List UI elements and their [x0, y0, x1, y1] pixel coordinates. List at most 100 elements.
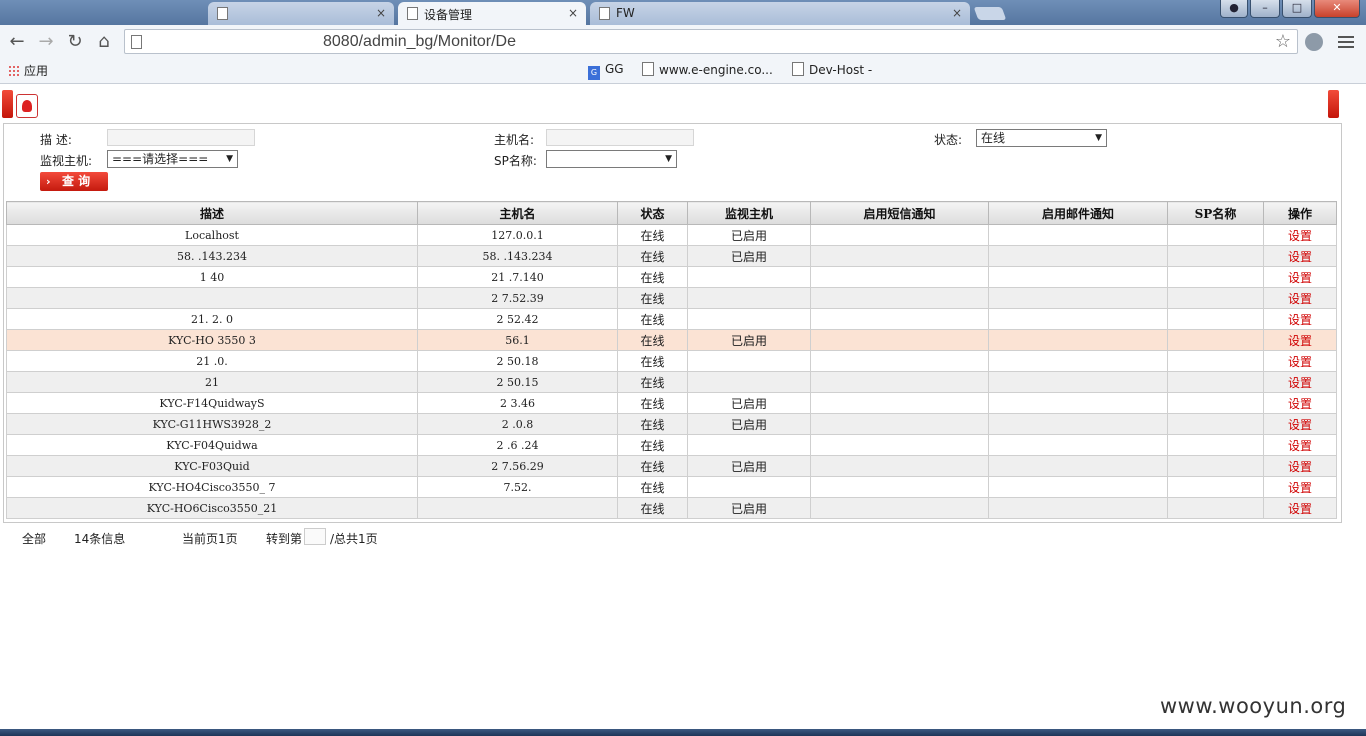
status-select[interactable]: 在线 ▼	[976, 129, 1107, 147]
col-header-sms[interactable]: 启用短信通知	[810, 201, 989, 225]
monitor-cell	[687, 476, 811, 498]
table-row[interactable]: KYC-HO6Cisco3550_21 在线 已启用 设置	[6, 497, 1337, 519]
settings-link[interactable]: 设置	[1288, 397, 1312, 411]
table-row[interactable]: KYC-G11HWS3928_2 2 .0.8 在线 已启用 设置	[6, 413, 1337, 435]
host-input[interactable]	[546, 129, 694, 146]
chevron-right-icon: ›	[46, 175, 51, 188]
bookmark-apps[interactable]: 应用	[8, 62, 48, 79]
settings-link[interactable]: 设置	[1288, 502, 1312, 516]
desc-cell: Localhost	[6, 224, 418, 246]
table-row[interactable]: KYC-F14QuidwayS 2 3.46 在线 已启用 设置	[6, 392, 1337, 414]
status-cell: 在线	[617, 392, 688, 414]
table-row[interactable]: KYC-F04Quidwa 2 .6 .24 在线 设置	[6, 434, 1337, 456]
settings-link[interactable]: 设置	[1288, 355, 1312, 369]
monitor-host-select[interactable]: ===请选择=== ▼	[107, 150, 238, 168]
sms-cell	[810, 245, 989, 267]
col-header-sp[interactable]: SP名称	[1167, 201, 1264, 225]
sp-cell	[1167, 287, 1264, 309]
bookmark-star-icon[interactable]: ☆	[1275, 31, 1291, 52]
desc-input[interactable]	[107, 129, 255, 146]
desc-cell: KYC-HO6Cisco3550_21	[6, 497, 418, 519]
col-header-mail[interactable]: 启用邮件通知	[988, 201, 1168, 225]
settings-link[interactable]: 设置	[1288, 418, 1312, 432]
settings-link[interactable]: 设置	[1288, 271, 1312, 285]
sp-name-label: SP名称:	[494, 154, 537, 168]
desc-cell: KYC-F04Quidwa	[6, 434, 418, 456]
table-row[interactable]: KYC-HO 3550 3 56.1 在线 已启用 设置	[6, 329, 1337, 351]
table-row[interactable]: 2 7.52.39 在线 设置	[6, 287, 1337, 309]
settings-link[interactable]: 设置	[1288, 292, 1312, 306]
pager-goto-label: 转到第	[266, 532, 303, 546]
sp-cell	[1167, 329, 1264, 351]
mail-cell	[988, 329, 1168, 351]
desc-cell: KYC-G11HWS3928_2	[6, 413, 418, 435]
bookmarks-bar: 应用 G GG www.e-engine.co... Dev-Host -	[0, 59, 1366, 84]
tab-close-icon[interactable]: ×	[568, 6, 578, 20]
reload-icon[interactable]: ↻	[64, 31, 86, 53]
query-button[interactable]: › 查 询	[40, 172, 108, 191]
settings-link[interactable]: 设置	[1288, 334, 1312, 348]
table-row[interactable]: Localhost 127.0.0.1 在线 已启用 设置	[6, 224, 1337, 246]
tab-close-icon[interactable]: ×	[376, 6, 386, 20]
page-number-input[interactable]	[304, 528, 326, 545]
browser-tab-3[interactable]: FW ×	[590, 2, 970, 25]
settings-link[interactable]: 设置	[1288, 250, 1312, 264]
settings-link[interactable]: 设置	[1288, 313, 1312, 327]
mail-cell	[988, 434, 1168, 456]
col-header-op[interactable]: 操作	[1263, 201, 1337, 225]
forward-arrow-icon[interactable]: →	[35, 31, 57, 53]
status-cell: 在线	[617, 371, 688, 393]
op-cell: 设置	[1263, 329, 1337, 351]
tab-close-icon[interactable]: ×	[952, 6, 962, 20]
back-arrow-icon[interactable]: ←	[6, 31, 28, 53]
mail-cell	[988, 224, 1168, 246]
settings-link[interactable]: 设置	[1288, 460, 1312, 474]
user-icon[interactable]: ●	[1220, 0, 1248, 18]
bookmark-e-engine[interactable]: www.e-engine.co...	[642, 62, 773, 77]
table-row[interactable]: 58. .143.234 58. .143.234 在线 已启用 设置	[6, 245, 1337, 267]
settings-link[interactable]: 设置	[1288, 439, 1312, 453]
menu-icon[interactable]	[1338, 36, 1354, 51]
bookmark-dev-host[interactable]: Dev-Host -	[792, 62, 872, 77]
minimize-button[interactable]: –	[1250, 0, 1280, 18]
desc-cell: 21. 2. 0	[6, 308, 418, 330]
table-row[interactable]: 21 .0. 2 50.18 在线 设置	[6, 350, 1337, 372]
col-header-host[interactable]: 主机名	[417, 201, 618, 225]
close-window-button[interactable]: ✕	[1314, 0, 1360, 18]
settings-link[interactable]: 设置	[1288, 481, 1312, 495]
maximize-button[interactable]: □	[1282, 0, 1312, 18]
globe-icon[interactable]	[1305, 33, 1323, 51]
browser-tab-1[interactable]: ×	[208, 2, 394, 25]
device-table: 描述 主机名 状态 监视主机 启用短信通知 启用邮件通知 SP名称 操作 Loc…	[6, 201, 1337, 519]
url-text: 8080/admin_bg/Monitor/De	[323, 33, 517, 50]
table-row[interactable]: 21 2 50.15 在线 设置	[6, 371, 1337, 393]
app-logo-icon[interactable]	[16, 94, 38, 118]
table-row[interactable]: KYC-F03Quid 2 7.56.29 在线 已启用 设置	[6, 455, 1337, 477]
address-bar[interactable]: 8080/admin_bg/Monitor/De ☆	[124, 29, 1298, 54]
home-icon[interactable]: ⌂	[93, 31, 115, 53]
op-cell: 设置	[1263, 287, 1337, 309]
settings-link[interactable]: 设置	[1288, 376, 1312, 390]
browser-tab-device-management[interactable]: 设备管理 ×	[398, 2, 586, 25]
status-cell: 在线	[617, 266, 688, 288]
status-cell: 在线	[617, 245, 688, 267]
table-row[interactable]: KYC-HO4Cisco3550_ 7 7.52. 在线 设置	[6, 476, 1337, 498]
desc-cell: 21	[6, 371, 418, 393]
table-body: Localhost 127.0.0.1 在线 已启用 设置 58. .143.234 58.…	[6, 224, 1337, 519]
sms-cell	[810, 266, 989, 288]
monitor-cell	[687, 266, 811, 288]
desc-cell: KYC-F14QuidwayS	[6, 392, 418, 414]
table-row[interactable]: 21. 2. 02 52.42 在线 设置	[6, 308, 1337, 330]
col-header-desc[interactable]: 描述	[6, 201, 418, 225]
monitor-cell	[687, 434, 811, 456]
table-row[interactable]: 1 40 21 .7.140 在线 设置	[6, 266, 1337, 288]
monitor-cell: 已启用	[687, 413, 811, 435]
sms-cell	[810, 455, 989, 477]
bookmark-gg[interactable]: G GG	[588, 62, 624, 80]
col-header-status[interactable]: 状态	[617, 201, 688, 225]
sp-cell	[1167, 497, 1264, 519]
new-tab-button[interactable]	[973, 7, 1007, 20]
sp-name-select[interactable]: ▼	[546, 150, 677, 168]
settings-link[interactable]: 设置	[1288, 229, 1312, 243]
col-header-monitor[interactable]: 监视主机	[687, 201, 811, 225]
